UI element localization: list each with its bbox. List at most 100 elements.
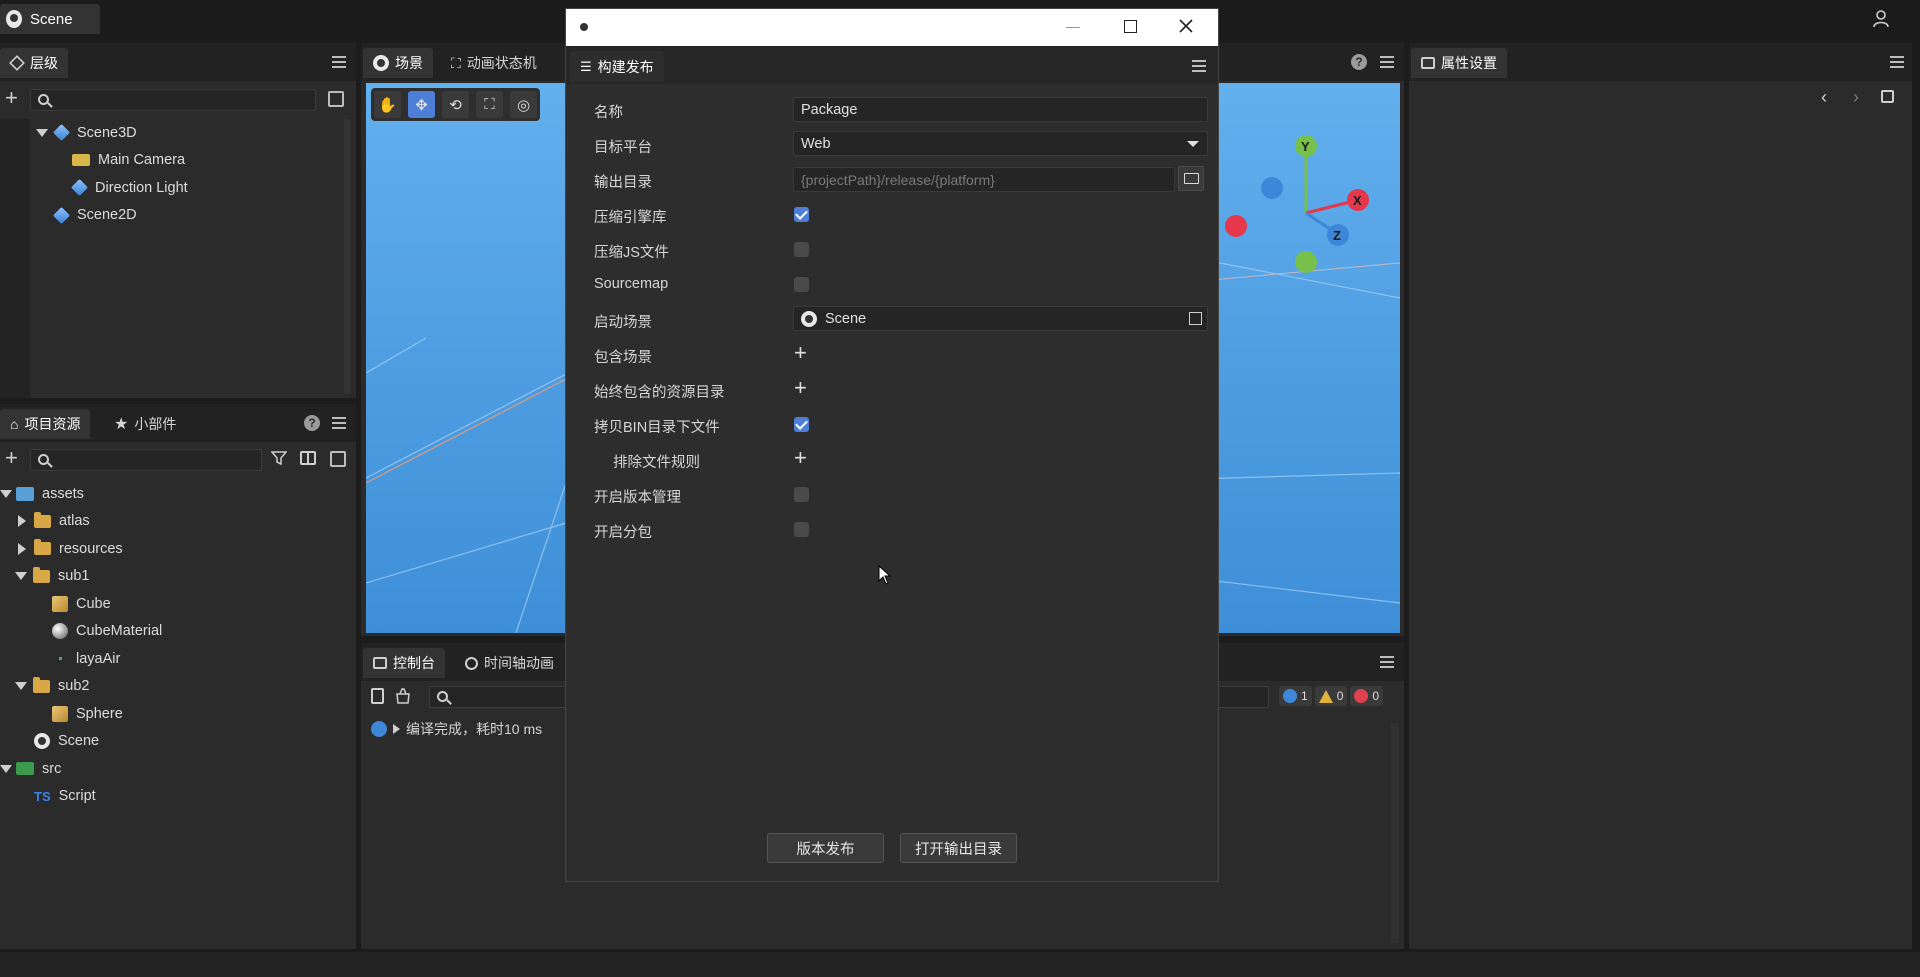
tree-item-layaair[interactable]: layaAir bbox=[0, 645, 350, 673]
hierarchy-search-field[interactable] bbox=[31, 90, 315, 110]
info-filter-button[interactable]: 1 bbox=[1279, 686, 1312, 706]
collapse-icon[interactable] bbox=[330, 451, 346, 467]
copy-log-icon[interactable] bbox=[371, 688, 384, 704]
compress-js-checkbox[interactable] bbox=[794, 242, 809, 257]
lock-icon[interactable] bbox=[1881, 90, 1894, 103]
add-node-icon[interactable]: + bbox=[5, 87, 18, 109]
typescript-icon: TS bbox=[34, 788, 51, 804]
compress-engine-checkbox[interactable] bbox=[794, 207, 809, 222]
tab-build-publish[interactable]: ☰ 构建发布 bbox=[570, 51, 664, 82]
pick-icon[interactable] bbox=[1189, 312, 1202, 325]
properties-menu-icon[interactable] bbox=[1890, 56, 1904, 68]
subpackage-checkbox[interactable] bbox=[794, 522, 809, 537]
tree-item-direction-light[interactable]: Direction Light bbox=[30, 174, 350, 202]
tab-animator[interactable]: ⛶ 动画状态机 bbox=[441, 48, 547, 78]
tab-scene[interactable]: 场景 bbox=[363, 48, 433, 78]
minimize-icon[interactable] bbox=[1066, 27, 1080, 28]
tab-hierarchy[interactable]: 层级 bbox=[0, 48, 68, 78]
columns-icon[interactable] bbox=[300, 451, 316, 465]
copy-icon[interactable] bbox=[328, 91, 344, 107]
chevron-right-icon[interactable] bbox=[18, 515, 26, 528]
tree-item-main-camera[interactable]: Main Camera bbox=[30, 147, 350, 175]
tree-item-cubematerial[interactable]: CubeMaterial bbox=[0, 618, 350, 646]
axis-gizmo[interactable]: Y X Z bbox=[1216, 108, 1376, 278]
row-exclude-rules: 排除文件规则 + bbox=[566, 445, 1218, 473]
console-menu-icon[interactable] bbox=[1380, 656, 1394, 668]
tree-item-sub1[interactable]: sub1 bbox=[0, 563, 350, 591]
exclude-rules-label: 排除文件规则 bbox=[613, 455, 700, 471]
hierarchy-scrollbar[interactable] bbox=[344, 119, 350, 394]
tree-item-assets[interactable]: assets bbox=[0, 480, 350, 508]
folder-open-button[interactable] bbox=[1178, 166, 1204, 191]
tree-item-sub2[interactable]: sub2 bbox=[0, 673, 350, 701]
row-copy-bin: 拷贝BIN目录下文件 bbox=[566, 410, 1218, 438]
clear-log-icon[interactable] bbox=[394, 687, 412, 705]
error-filter-button[interactable]: 0 bbox=[1350, 686, 1384, 706]
hierarchy-search-input[interactable] bbox=[30, 89, 316, 111]
tree-item-scene2d[interactable]: Scene2D bbox=[30, 202, 350, 230]
tree-item-atlas[interactable]: atlas bbox=[0, 508, 350, 536]
forward-icon[interactable]: › bbox=[1853, 87, 1859, 108]
expand-arrow-icon[interactable] bbox=[393, 724, 400, 734]
back-icon[interactable]: ‹ bbox=[1821, 87, 1827, 108]
open-output-dir-button[interactable]: 打开输出目录 bbox=[900, 833, 1017, 863]
scale-tool-icon[interactable]: ⛶ bbox=[476, 91, 503, 118]
add-asset-icon[interactable]: + bbox=[5, 447, 18, 469]
assets-search-field[interactable] bbox=[31, 450, 261, 470]
dialog-menu-icon[interactable] bbox=[1192, 60, 1206, 72]
tab-console[interactable]: 控制台 bbox=[363, 648, 445, 678]
tree-item-src[interactable]: src bbox=[0, 755, 350, 783]
clock-icon bbox=[465, 656, 478, 670]
chevron-down-icon[interactable] bbox=[0, 489, 12, 498]
search-icon bbox=[38, 94, 49, 105]
scene-document-tab[interactable]: Scene bbox=[0, 4, 100, 34]
assets-search-input[interactable] bbox=[30, 449, 262, 471]
chevron-down-icon[interactable] bbox=[15, 572, 27, 581]
always-include-label: 始终包含的资源目录 bbox=[594, 385, 725, 401]
help-icon[interactable]: ? bbox=[304, 415, 320, 431]
console-scrollbar[interactable] bbox=[1391, 723, 1399, 943]
chevron-down-icon[interactable] bbox=[36, 128, 48, 137]
tree-item-resources[interactable]: resources bbox=[0, 535, 350, 563]
publish-button[interactable]: 版本发布 bbox=[767, 833, 884, 863]
copy-bin-checkbox[interactable] bbox=[794, 417, 809, 432]
tree-item-script[interactable]: TS Script bbox=[0, 783, 350, 811]
warn-filter-button[interactable]: 0 bbox=[1314, 686, 1348, 706]
output-dir-input[interactable]: {projectPath}/release/{platform} bbox=[793, 167, 1175, 192]
tree-item-cube[interactable]: Cube bbox=[0, 590, 350, 618]
tree-item-scene[interactable]: Scene bbox=[0, 728, 350, 756]
maximize-icon[interactable] bbox=[1124, 20, 1137, 33]
account-icon[interactable] bbox=[1873, 10, 1889, 28]
dialog-titlebar[interactable] bbox=[566, 9, 1218, 46]
tree-item-scene3d[interactable]: Scene3D bbox=[30, 119, 350, 147]
tab-project-assets[interactable]: ⌂ 项目资源 bbox=[0, 409, 91, 439]
log-entry[interactable]: 编译完成，耗时10 ms bbox=[371, 719, 542, 739]
material-icon bbox=[52, 623, 68, 640]
chevron-down-icon[interactable] bbox=[15, 682, 27, 691]
tab-properties[interactable]: 属性设置 bbox=[1411, 48, 1507, 78]
rect-tool-icon[interactable]: ◎ bbox=[510, 91, 537, 118]
move-tool-icon[interactable]: ✥ bbox=[408, 91, 435, 118]
hand-tool-icon[interactable]: ✋ bbox=[374, 91, 401, 118]
tree-item-sphere[interactable]: Sphere bbox=[0, 700, 350, 728]
sourcemap-checkbox[interactable] bbox=[794, 277, 809, 292]
add-exclude-rule-icon[interactable]: + bbox=[794, 447, 807, 469]
properties-tabbar: 属性设置 bbox=[1409, 43, 1912, 81]
hierarchy-menu-icon[interactable] bbox=[332, 56, 346, 68]
scene-menu-icon[interactable] bbox=[1380, 56, 1394, 68]
platform-select[interactable]: Web bbox=[793, 131, 1208, 156]
help-icon[interactable]: ? bbox=[1351, 54, 1367, 70]
tab-timeline[interactable]: 时间轴动画 bbox=[455, 648, 564, 678]
assets-menu-icon[interactable] bbox=[332, 417, 346, 429]
chevron-right-icon[interactable] bbox=[18, 542, 26, 555]
name-input[interactable]: Package bbox=[793, 97, 1208, 122]
start-scene-field[interactable]: Scene bbox=[793, 306, 1208, 331]
filter-icon[interactable] bbox=[270, 450, 288, 469]
add-scene-icon[interactable]: + bbox=[794, 342, 807, 364]
add-resource-dir-icon[interactable]: + bbox=[794, 377, 807, 399]
rotate-tool-icon[interactable]: ⟲ bbox=[442, 91, 469, 118]
version-mgmt-checkbox[interactable] bbox=[794, 487, 809, 502]
tab-widgets[interactable]: ★ 小部件 bbox=[104, 409, 186, 439]
close-icon[interactable] bbox=[1178, 18, 1194, 34]
chevron-down-icon[interactable] bbox=[0, 764, 12, 773]
